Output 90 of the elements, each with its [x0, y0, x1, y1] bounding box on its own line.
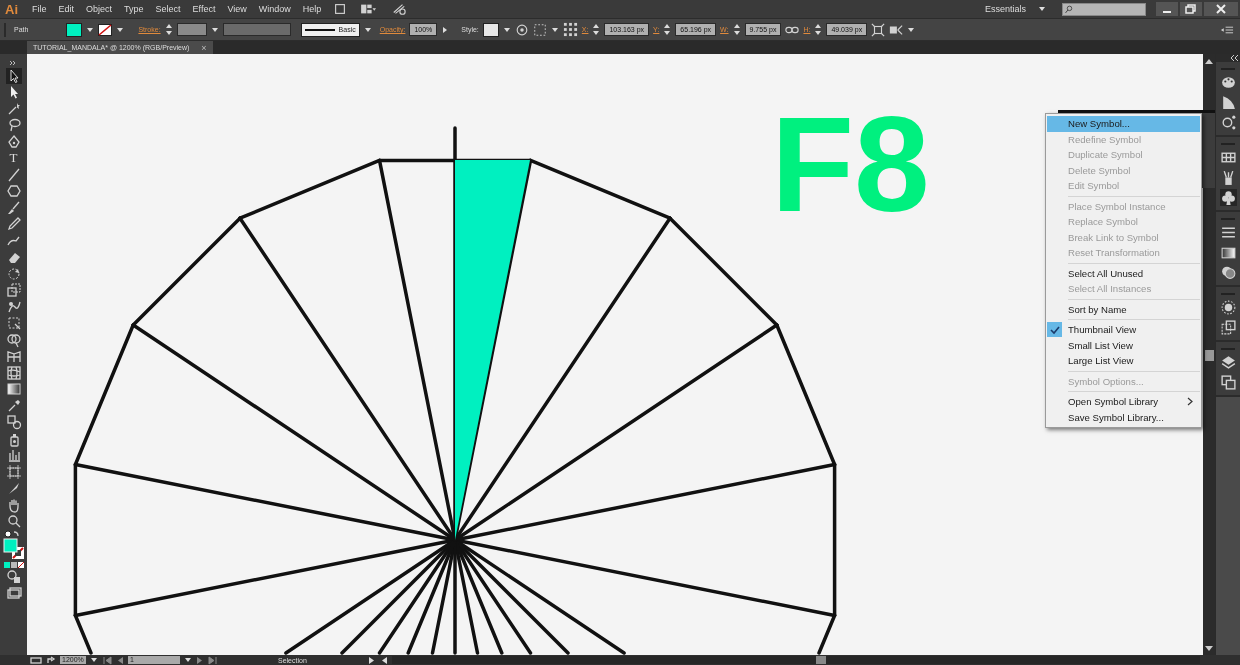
- layers-icon[interactable]: [1219, 354, 1237, 371]
- no-stroke-swatch-icon[interactable]: [98, 23, 113, 36]
- status-menu-icon[interactable]: [30, 655, 42, 665]
- status-flyout-icon[interactable]: [368, 655, 376, 665]
- workspace-switcher[interactable]: Essentials: [984, 4, 1026, 14]
- menu-item[interactable]: Window: [252, 4, 297, 14]
- transform-squares-icon[interactable]: [1219, 319, 1237, 336]
- nodes-icon[interactable]: [1219, 114, 1237, 131]
- brush-caret-icon[interactable]: [363, 25, 372, 34]
- search-field[interactable]: [1062, 2, 1146, 16]
- artboard-icon[interactable]: [5, 463, 22, 480]
- overlapping-circles-icon[interactable]: [1219, 264, 1237, 281]
- menu-item[interactable]: Effect: [186, 4, 222, 14]
- menu-item[interactable]: View: [221, 4, 253, 14]
- screen-mode-icon[interactable]: [5, 585, 22, 602]
- free-transform-icon[interactable]: [5, 315, 22, 331]
- magnifier-icon[interactable]: [5, 513, 22, 529]
- menu-item[interactable]: Select: [149, 4, 187, 14]
- scroll-thumb[interactable]: [816, 656, 826, 664]
- shape-builder-icon[interactable]: [5, 331, 22, 348]
- spinner-icon[interactable]: [164, 23, 173, 36]
- first-artboard-icon[interactable]: [102, 655, 112, 665]
- menu-item[interactable]: Help: [296, 4, 328, 14]
- gradient-square-icon[interactable]: [5, 381, 22, 397]
- spinner-icon[interactable]: [732, 23, 741, 36]
- artboards-icon[interactable]: [1219, 374, 1237, 391]
- menu-item[interactable]: File: [26, 4, 53, 14]
- gpu-performance-icon[interactable]: [391, 2, 408, 16]
- menu-item[interactable]: New Symbol...: [1047, 116, 1200, 132]
- menu-item[interactable]: Open Symbol Library: [1047, 394, 1200, 410]
- menu-item[interactable]: Thumbnail View: [1047, 322, 1200, 338]
- rotate-icon[interactable]: [5, 265, 22, 282]
- reference-point-icon[interactable]: [562, 22, 578, 37]
- paintbrush-icon[interactable]: [5, 199, 22, 216]
- align-caret-icon[interactable]: [550, 25, 559, 34]
- last-artboard-icon[interactable]: [208, 655, 218, 665]
- collapse-panels-icon[interactable]: [1230, 54, 1240, 62]
- hexagon-icon[interactable]: [5, 183, 22, 199]
- pencil-icon[interactable]: [5, 216, 22, 232]
- menu-item[interactable]: Large List View: [1047, 353, 1200, 369]
- selected-slice[interactable]: [455, 160, 530, 540]
- bridge-icon[interactable]: [333, 2, 348, 16]
- menu-item[interactable]: Type: [118, 4, 150, 14]
- variable-width-field[interactable]: [222, 23, 291, 36]
- mesh-icon[interactable]: [5, 364, 22, 381]
- arrow-pointer-icon[interactable]: [5, 67, 22, 84]
- graphic-style-swatch[interactable]: [482, 22, 499, 37]
- menu-item[interactable]: Edit: [52, 4, 81, 14]
- spinner-icon[interactable]: [814, 23, 823, 36]
- stroke-weight-caret-icon[interactable]: [210, 25, 219, 34]
- isolate-object-icon[interactable]: [889, 22, 904, 37]
- previous-artboard-icon[interactable]: [116, 655, 124, 665]
- club-icon[interactable]: [1219, 189, 1237, 206]
- menu-item[interactable]: Select All Unused: [1047, 265, 1200, 281]
- app-logo: Ai: [4, 1, 19, 17]
- scroll-up-icon[interactable]: [1204, 57, 1214, 65]
- align-dotted-square-icon[interactable]: [532, 22, 547, 37]
- menu-item[interactable]: Object: [80, 4, 119, 14]
- close-tab-button[interactable]: ×: [201, 42, 207, 53]
- style-caret-icon[interactable]: [502, 25, 511, 34]
- scroll-thumb[interactable]: [1204, 350, 1214, 361]
- palette-icon[interactable]: [1219, 74, 1237, 91]
- spinner-icon[interactable]: [663, 23, 672, 36]
- menu-item[interactable]: Save Symbol Library...: [1047, 409, 1200, 425]
- menu-item[interactable]: Sort by Name: [1047, 301, 1200, 317]
- draw-mode-icon[interactable]: [5, 569, 22, 585]
- fill-stroke-swatches-icon[interactable]: [2, 538, 25, 560]
- recolor-globe-icon[interactable]: [514, 22, 529, 37]
- transform-icon[interactable]: [871, 22, 886, 37]
- brush-stroke-preview-icon: [304, 27, 335, 32]
- sun-icon[interactable]: [1219, 299, 1237, 316]
- menu-item[interactable]: Small List View: [1047, 337, 1200, 353]
- scroll-down-icon[interactable]: [1204, 644, 1214, 652]
- search-icon[interactable]: [1065, 4, 1074, 14]
- next-artboard-icon[interactable]: [196, 655, 204, 665]
- shortcut-caption: F8: [771, 96, 930, 232]
- scale-squares-icon[interactable]: [5, 282, 22, 298]
- spinner-icon[interactable]: [592, 23, 601, 36]
- fill-swatch[interactable]: [66, 22, 83, 37]
- options-caret-icon[interactable]: [907, 25, 916, 34]
- blend-shapes-icon[interactable]: [5, 414, 22, 430]
- fill-caret-icon[interactable]: [86, 25, 95, 34]
- stroke-caret-icon[interactable]: [116, 25, 125, 34]
- stroke-weight-field[interactable]: [176, 23, 207, 36]
- workspace-caret-icon[interactable]: [1038, 5, 1046, 13]
- perspective-grid-icon[interactable]: [5, 348, 22, 364]
- color-mode-buttons-icon[interactable]: [2, 560, 25, 569]
- share-icon[interactable]: [46, 655, 56, 665]
- scroll-left-icon[interactable]: [380, 655, 388, 665]
- type-tool-icon[interactable]: T: [5, 150, 22, 166]
